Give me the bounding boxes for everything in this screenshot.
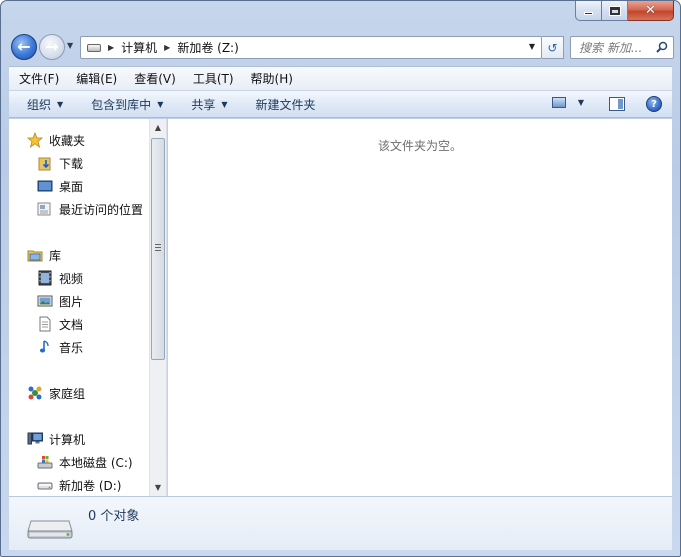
nav-scrollbar[interactable]: ▲ ▼	[149, 119, 166, 496]
navigation-row: ← → ▼ ▶ 计算机 ▶ 新加卷 (Z:) ▼ ↺ 搜索 新加...	[9, 32, 674, 62]
scroll-up-arrow-icon[interactable]: ▲	[150, 119, 166, 136]
chevron-down-icon: ▼	[221, 99, 228, 109]
breadcrumb-current-volume[interactable]: 新加卷 (Z:)	[177, 39, 238, 56]
back-button[interactable]: ←	[11, 34, 37, 60]
caption-buttons: ✕	[575, 1, 674, 21]
chevron-down-icon[interactable]: ▼	[578, 98, 584, 107]
address-history-dropdown-icon[interactable]: ▼	[529, 42, 535, 51]
nav-documents[interactable]: 文档	[37, 314, 83, 334]
document-icon	[37, 316, 53, 332]
nav-pictures[interactable]: 图片	[37, 291, 83, 311]
star-icon	[27, 132, 43, 148]
recent-places-icon	[37, 201, 53, 217]
search-input[interactable]: 搜索 新加...	[570, 36, 674, 59]
help-icon: ?	[651, 98, 657, 110]
search-placeholder: 搜索 新加...	[579, 41, 643, 55]
file-list-pane[interactable]: 该文件夹为空。	[168, 119, 672, 496]
scroll-down-arrow-icon[interactable]: ▼	[150, 479, 166, 496]
nav-videos[interactable]: 视频	[37, 268, 83, 288]
menu-tools[interactable]: 工具(T)	[193, 70, 234, 87]
maximize-icon	[608, 5, 621, 16]
libraries-icon	[27, 247, 43, 263]
system-drive-icon	[37, 454, 53, 470]
explorer-window: ✕ ← → ▼ ▶ 计算机 ▶ 新加卷 (Z:) ▼ ↺ 搜索 新加... 文件…	[0, 0, 681, 557]
help-button[interactable]: ?	[646, 96, 662, 112]
refresh-icon: ↺	[547, 40, 558, 55]
chevron-right-icon[interactable]: ▶	[108, 43, 114, 52]
nav-desktop-label: 桌面	[59, 179, 84, 194]
share-button[interactable]: 共享 ▼	[191, 96, 227, 113]
computer-icon	[27, 431, 43, 447]
scroll-thumb[interactable]	[151, 138, 165, 360]
grip-icon	[155, 244, 161, 251]
desktop-icon	[37, 178, 53, 194]
nav-computer-label: 计算机	[49, 432, 86, 447]
address-bar[interactable]: ▶ 计算机 ▶ 新加卷 (Z:) ▼	[80, 36, 542, 59]
nav-downloads[interactable]: 下载	[37, 153, 83, 173]
minimize-button[interactable]	[575, 1, 602, 21]
nav-pictures-label: 图片	[59, 294, 84, 309]
menu-help[interactable]: 帮助(H)	[251, 70, 293, 87]
maximize-button[interactable]	[602, 1, 628, 21]
chevron-down-icon: ▼	[57, 99, 64, 109]
menu-edit[interactable]: 编辑(E)	[76, 70, 117, 87]
nav-documents-label: 文档	[59, 317, 84, 332]
organize-label: 组织	[27, 97, 52, 112]
drive-icon	[27, 520, 73, 539]
menu-file[interactable]: 文件(F)	[19, 70, 59, 87]
nav-new-volume-d[interactable]: 新加卷 (D:)	[37, 475, 121, 495]
nav-videos-label: 视频	[59, 271, 84, 286]
nav-recent-places-label: 最近访问的位置	[59, 202, 144, 217]
recent-pages-dropdown-icon[interactable]: ▼	[67, 41, 73, 50]
drive-icon	[87, 43, 101, 52]
forward-arrow-icon: →	[45, 37, 59, 56]
nav-favorites-label: 收藏夹	[49, 133, 86, 148]
chevron-right-icon[interactable]: ▶	[164, 43, 170, 52]
nav-libraries[interactable]: 库	[27, 245, 61, 265]
nav-local-disk-c[interactable]: 本地磁盘 (C:)	[37, 452, 133, 472]
change-view-button[interactable]: ▼	[551, 97, 584, 108]
nav-music[interactable]: 音乐	[37, 337, 83, 357]
picture-icon	[37, 293, 53, 309]
nav-downloads-label: 下载	[59, 156, 84, 171]
nav-homegroup-label: 家庭组	[49, 386, 86, 401]
nav-homegroup[interactable]: 家庭组	[27, 383, 85, 403]
empty-folder-message: 该文件夹为空。	[377, 139, 462, 153]
homegroup-icon	[27, 385, 43, 401]
music-note-icon	[37, 339, 53, 355]
breadcrumb-computer[interactable]: 计算机	[121, 39, 157, 56]
forward-button[interactable]: →	[39, 34, 65, 60]
close-button[interactable]: ✕	[628, 1, 674, 21]
nav-recent-places[interactable]: 最近访问的位置	[37, 199, 143, 219]
item-count: 0 个对象	[88, 509, 140, 524]
organize-button[interactable]: 组织 ▼	[27, 96, 63, 113]
minimize-icon	[584, 12, 593, 15]
nav-music-label: 音乐	[59, 340, 84, 355]
nav-local-disk-c-label: 本地磁盘 (C:)	[59, 455, 133, 470]
back-arrow-icon: ←	[17, 37, 31, 56]
downloads-folder-icon	[37, 155, 53, 171]
refresh-button[interactable]: ↺	[542, 36, 564, 59]
include-in-library-button[interactable]: 包含到库中 ▼	[91, 96, 163, 113]
close-icon: ✕	[645, 3, 656, 18]
nav-libraries-label: 库	[49, 248, 62, 263]
nav-favorites[interactable]: 收藏夹	[27, 130, 85, 150]
chevron-down-icon: ▼	[157, 99, 164, 109]
include-in-library-label: 包含到库中	[91, 97, 152, 112]
preview-pane-button[interactable]	[609, 97, 625, 111]
navigation-pane: 收藏夹 下载 桌面 最近访问的位置 库 视频 图片 文档 音乐 家庭组 计算机 …	[9, 119, 167, 496]
menu-view[interactable]: 查看(V)	[134, 70, 176, 87]
new-folder-button[interactable]: 新建文件夹	[256, 96, 316, 113]
command-bar: 组织 ▼ 包含到库中 ▼ 共享 ▼ 新建文件夹 ▼ ?	[9, 90, 672, 118]
share-label: 共享	[191, 97, 216, 112]
nav-desktop[interactable]: 桌面	[37, 176, 83, 196]
nav-computer[interactable]: 计算机	[27, 429, 85, 449]
drive-icon	[37, 477, 53, 493]
details-pane: 0 个对象	[9, 496, 672, 550]
nav-new-volume-d-label: 新加卷 (D:)	[59, 478, 122, 493]
search-icon[interactable]	[656, 41, 668, 53]
video-icon	[37, 270, 53, 286]
view-icon	[551, 97, 566, 108]
menu-bar: 文件(F) 编辑(E) 查看(V) 工具(T) 帮助(H)	[9, 66, 672, 90]
